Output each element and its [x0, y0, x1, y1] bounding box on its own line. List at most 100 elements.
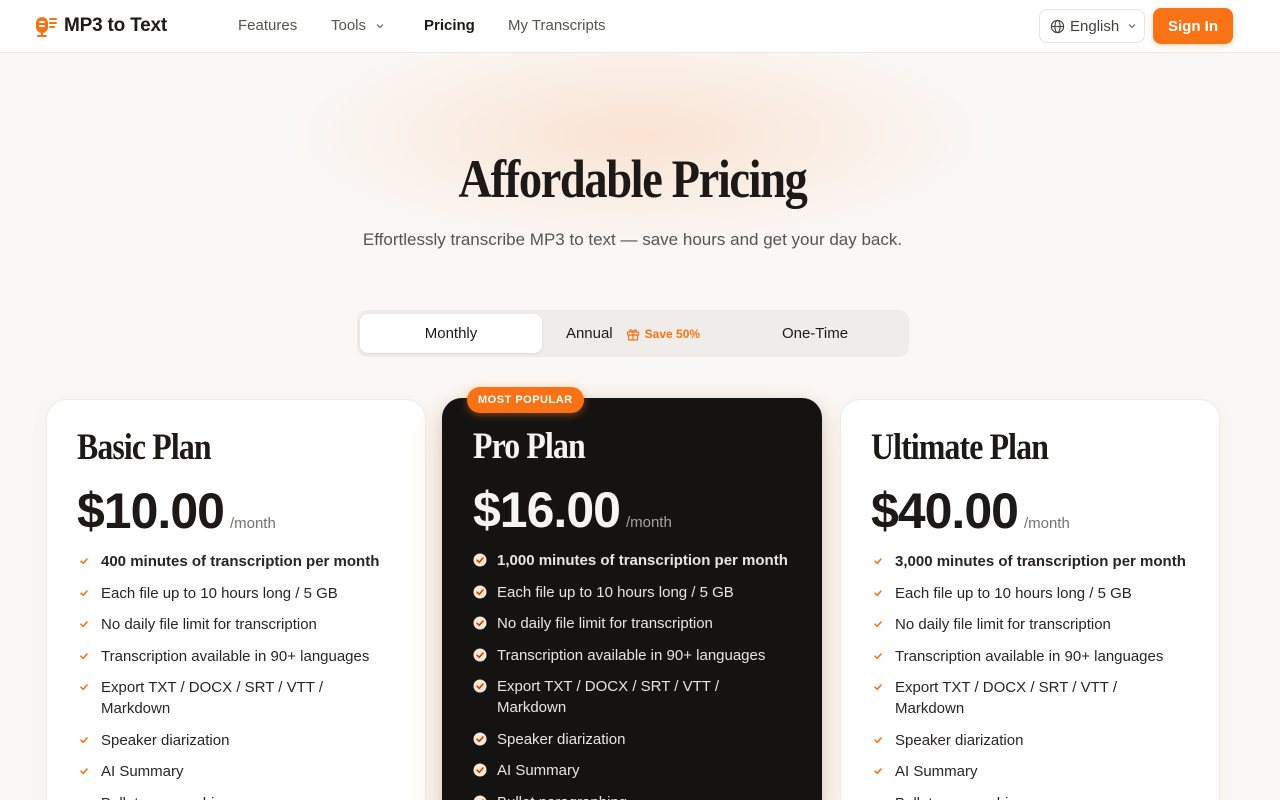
- feature-item: No daily file limit for transcription: [473, 613, 791, 634]
- check-icon: [874, 684, 882, 691]
- feature-item: Speaker diarization: [77, 730, 395, 751]
- top-navbar: MP3 to Text Features Tools Pricing My Tr…: [0, 0, 1280, 53]
- feature-item: Each file up to 10 hours long / 5 GB: [473, 582, 791, 603]
- check-icon: [874, 558, 882, 565]
- check-icon: [80, 652, 88, 659]
- feature-list: 400 minutes of transcription per month Ea…: [77, 551, 395, 800]
- plan-card-ultimate: Ultimate Plan $40.00 /month 3,000 minute…: [840, 399, 1220, 800]
- feature-text: Each file up to 10 hours long / 5 GB: [497, 583, 734, 601]
- save-badge-label: Save 50%: [644, 326, 701, 341]
- nav-link-pricing[interactable]: Pricing: [424, 17, 475, 34]
- check-icon: [80, 684, 88, 691]
- check-icon: [473, 763, 487, 777]
- feature-item: Export TXT / DOCX / SRT / VTT / Markdown: [77, 677, 395, 719]
- check-icon: [80, 736, 88, 743]
- plan-price: $10.00: [77, 483, 225, 539]
- language-selector[interactable]: English: [1039, 9, 1145, 43]
- feature-item: Transcription available in 90+ languages: [77, 646, 395, 667]
- tab-annual-label: Annual: [565, 325, 613, 342]
- feature-item: Speaker diarization: [473, 729, 791, 750]
- feature-list: 3,000 minutes of transcription per month…: [871, 551, 1189, 800]
- feature-text: 3,000 minutes of transcription per month: [895, 553, 1186, 570]
- check-icon: [874, 652, 882, 659]
- check-icon: [80, 589, 88, 596]
- save-badge: Save 50%: [626, 327, 700, 341]
- feature-item: Bullet paragraphing: [77, 793, 395, 800]
- feature-text: AI Summary: [895, 763, 978, 780]
- feature-text: 400 minutes of transcription per month: [101, 553, 380, 570]
- feature-text: Bullet paragraphing: [101, 793, 231, 800]
- feature-text: Export TXT / DOCX / SRT / VTT / Markdown: [497, 678, 720, 716]
- feature-text: Speaker diarization: [895, 731, 1024, 749]
- hero-glow: [290, 20, 990, 250]
- nav-link-tools[interactable]: Tools: [331, 17, 385, 34]
- billing-period-toggle: Monthly Annual Save 50% One-Time: [357, 310, 909, 357]
- feature-list: 1,000 minutes of transcription per month…: [473, 550, 791, 800]
- feature-item: Transcription available in 90+ languages: [871, 646, 1189, 667]
- nav-link-tools-label: Tools: [331, 17, 367, 34]
- feature-item: Each file up to 10 hours long / 5 GB: [871, 583, 1189, 604]
- check-icon: [80, 621, 88, 628]
- check-icon: [874, 589, 882, 596]
- check-icon: [80, 768, 88, 775]
- check-icon: [86, 799, 88, 800]
- chevron-down-icon: [1128, 24, 1136, 29]
- plan-card-pro: MOST POPULAR Pro Plan $16.00 /month 1,00…: [442, 387, 822, 800]
- feature-item: 1,000 minutes of transcription per month: [473, 550, 791, 571]
- sign-in-button[interactable]: Sign In: [1153, 8, 1233, 44]
- feature-item: Each file up to 10 hours long / 5 GB: [77, 583, 395, 604]
- feature-item: AI Summary: [77, 761, 395, 782]
- feature-item: Transcription available in 90+ languages: [473, 645, 791, 666]
- check-icon: [874, 768, 882, 775]
- feature-item: Export TXT / DOCX / SRT / VTT / Markdown: [473, 676, 791, 718]
- feature-text: Transcription available in 90+ languages: [497, 646, 766, 664]
- nav-link-features[interactable]: Features: [238, 17, 297, 34]
- feature-text: Each file up to 10 hours long / 5 GB: [101, 584, 338, 602]
- feature-item: AI Summary: [473, 760, 791, 781]
- check-icon: [473, 795, 487, 800]
- check-icon: [473, 585, 487, 598]
- microphone-icon: [36, 17, 57, 37]
- plan-price: $40.00: [871, 483, 1019, 539]
- check-icon: [473, 679, 487, 693]
- check-icon: [880, 799, 882, 800]
- check-icon: [80, 558, 88, 565]
- feature-text: AI Summary: [497, 762, 580, 779]
- plan-name: Basic Plan: [77, 427, 212, 468]
- nav-link-my-transcripts[interactable]: My Transcripts: [508, 17, 606, 34]
- feature-item: 400 minutes of transcription per month: [77, 551, 395, 572]
- feature-text: Transcription available in 90+ languages: [895, 647, 1164, 665]
- tab-monthly[interactable]: Monthly: [360, 314, 542, 353]
- feature-item: AI Summary: [871, 761, 1189, 782]
- globe-icon: [1050, 19, 1065, 33]
- brand-name: MP3 to Text: [64, 15, 168, 36]
- chevron-down-icon: [376, 24, 384, 29]
- feature-item: Speaker diarization: [871, 730, 1189, 751]
- feature-item: Bullet paragraphing: [871, 793, 1189, 800]
- feature-text: Bullet paragraphing: [895, 793, 1025, 800]
- brand-logo-link[interactable]: MP3 to Text: [33, 13, 167, 39]
- check-icon: [874, 736, 882, 743]
- plan-price: $16.00: [473, 482, 621, 538]
- feature-text: No daily file limit for transcription: [895, 616, 1111, 633]
- price-row: $40.00 /month: [871, 482, 1189, 539]
- language-label: English: [1070, 17, 1120, 35]
- feature-item: No daily file limit for transcription: [871, 614, 1189, 635]
- tab-annual[interactable]: Annual Save 50%: [542, 314, 724, 353]
- gift-icon: [626, 328, 639, 341]
- feature-text: Transcription available in 90+ languages: [101, 647, 370, 665]
- feature-item: Bullet paragraphing: [473, 792, 791, 800]
- check-icon: [473, 732, 487, 745]
- feature-text: Export TXT / DOCX / SRT / VTT / Markdown: [101, 679, 324, 717]
- check-icon: [874, 621, 882, 628]
- check-icon: [473, 616, 487, 630]
- page-subtitle: Effortlessly transcribe MP3 to text — sa…: [362, 230, 903, 249]
- plan-period: /month: [1023, 515, 1070, 532]
- check-icon: [473, 553, 487, 567]
- tab-one-time[interactable]: One-Time: [724, 314, 906, 353]
- feature-text: 1,000 minutes of transcription per month: [497, 552, 788, 569]
- most-popular-badge: MOST POPULAR: [467, 387, 584, 413]
- feature-text: No daily file limit for transcription: [497, 615, 713, 632]
- plan-name: Ultimate Plan: [871, 427, 1049, 468]
- feature-text: Speaker diarization: [101, 731, 230, 749]
